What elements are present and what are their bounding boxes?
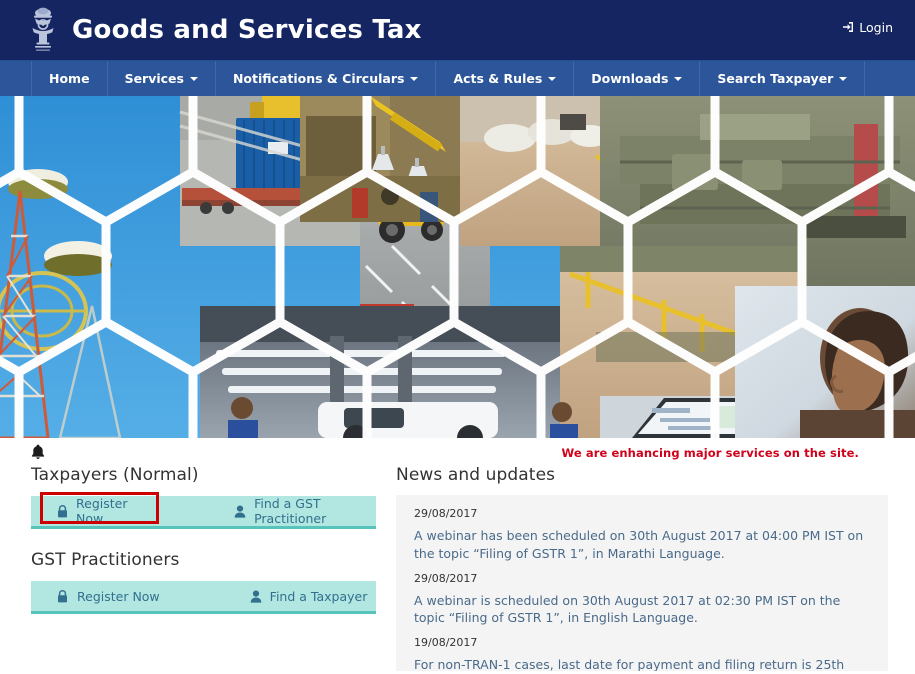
- news-date: 29/08/2017: [414, 507, 478, 520]
- taxpayer-register-now-link[interactable]: Register Now: [53, 496, 148, 526]
- site-notice: We are enhancing major services on the s…: [561, 446, 859, 460]
- nav-label: Home: [49, 71, 90, 86]
- news-item: 19/08/2017 For non-TRAN-1 cases, last da…: [414, 636, 872, 671]
- news-date: 29/08/2017: [414, 571, 478, 585]
- user-icon: [250, 590, 262, 603]
- taxpayers-heading: Taxpayers (Normal): [31, 465, 199, 485]
- practitioner-register-now-link[interactable]: Register Now: [53, 581, 164, 611]
- nav-label: Notifications & Circulars: [232, 71, 405, 86]
- taxpayer-register-label: Register Now: [76, 496, 128, 526]
- news-item: 29/08/2017 A webinar is scheduled on 30t…: [414, 572, 872, 628]
- nav-label: Search Taxpayer: [717, 71, 834, 86]
- login-label: Login: [859, 20, 893, 35]
- lock-icon: [57, 589, 69, 603]
- nav-item-search-taxpayer[interactable]: Search Taxpayer: [700, 61, 866, 96]
- find-taxpayer-label: Find a Taxpayer: [269, 588, 368, 604]
- nav-item-services[interactable]: Services: [108, 61, 216, 96]
- find-gst-practitioner-link[interactable]: Find a GST Practitioner: [230, 496, 376, 526]
- practitioners-heading: GST Practitioners: [31, 550, 180, 570]
- news-heading: News and updates: [396, 465, 556, 485]
- india-national-emblem-icon: [26, 4, 60, 56]
- site-header: Goods and Services Tax Login: [0, 0, 915, 60]
- chevron-down-icon: [548, 76, 557, 81]
- lock-icon: [57, 504, 68, 518]
- chevron-down-icon: [839, 76, 848, 81]
- taxpayers-action-bar: Register Now Find a GST Practitioner: [31, 492, 376, 529]
- hero-banner: [0, 96, 915, 438]
- nav-label: Services: [124, 71, 184, 86]
- login-button[interactable]: Login: [842, 20, 893, 35]
- news-text[interactable]: For non-TRAN-1 cases, last date for paym…: [414, 656, 872, 671]
- main-content: We are enhancing major services on the s…: [0, 438, 915, 674]
- news-panel-wrapper: News and updates 29/08/2017 A webinar ha…: [396, 465, 888, 671]
- news-item: 29/08/2017 A webinar has been scheduled …: [414, 507, 872, 563]
- practitioners-action-bar: Register Now Find a Taxpayer: [31, 581, 376, 614]
- page-title: Goods and Services Tax: [72, 15, 422, 45]
- nav-item-downloads[interactable]: Downloads: [574, 61, 701, 96]
- registration-panel: Taxpayers (Normal) Register Now Find a G…: [31, 465, 376, 635]
- chevron-down-icon: [189, 76, 198, 81]
- news-list: 29/08/2017 A webinar has been scheduled …: [396, 495, 888, 671]
- news-date: 19/08/2017: [414, 636, 478, 649]
- news-text[interactable]: A webinar has been scheduled on 30th Aug…: [414, 527, 872, 563]
- nav-item-home[interactable]: Home: [31, 61, 108, 96]
- main-navigation: Home Services Notifications & Circulars …: [0, 60, 915, 96]
- news-text[interactable]: A webinar is scheduled on 30th August 20…: [414, 592, 872, 628]
- find-gst-practitioner-label: Find a GST Practitioner: [254, 496, 327, 526]
- nav-label: Acts & Rules: [453, 71, 543, 86]
- user-icon: [234, 505, 246, 518]
- sign-in-icon: [842, 21, 854, 35]
- find-taxpayer-link[interactable]: Find a Taxpayer: [246, 581, 372, 611]
- hero-collage-image: [0, 96, 915, 438]
- chevron-down-icon: [674, 76, 683, 81]
- nav-item-acts-rules[interactable]: Acts & Rules: [436, 61, 575, 96]
- nav-label: Downloads: [591, 71, 669, 86]
- bell-icon: [31, 444, 51, 462]
- practitioner-register-label: Register Now: [77, 588, 160, 604]
- chevron-down-icon: [410, 76, 419, 81]
- nav-item-notifications-circulars[interactable]: Notifications & Circulars: [216, 61, 437, 96]
